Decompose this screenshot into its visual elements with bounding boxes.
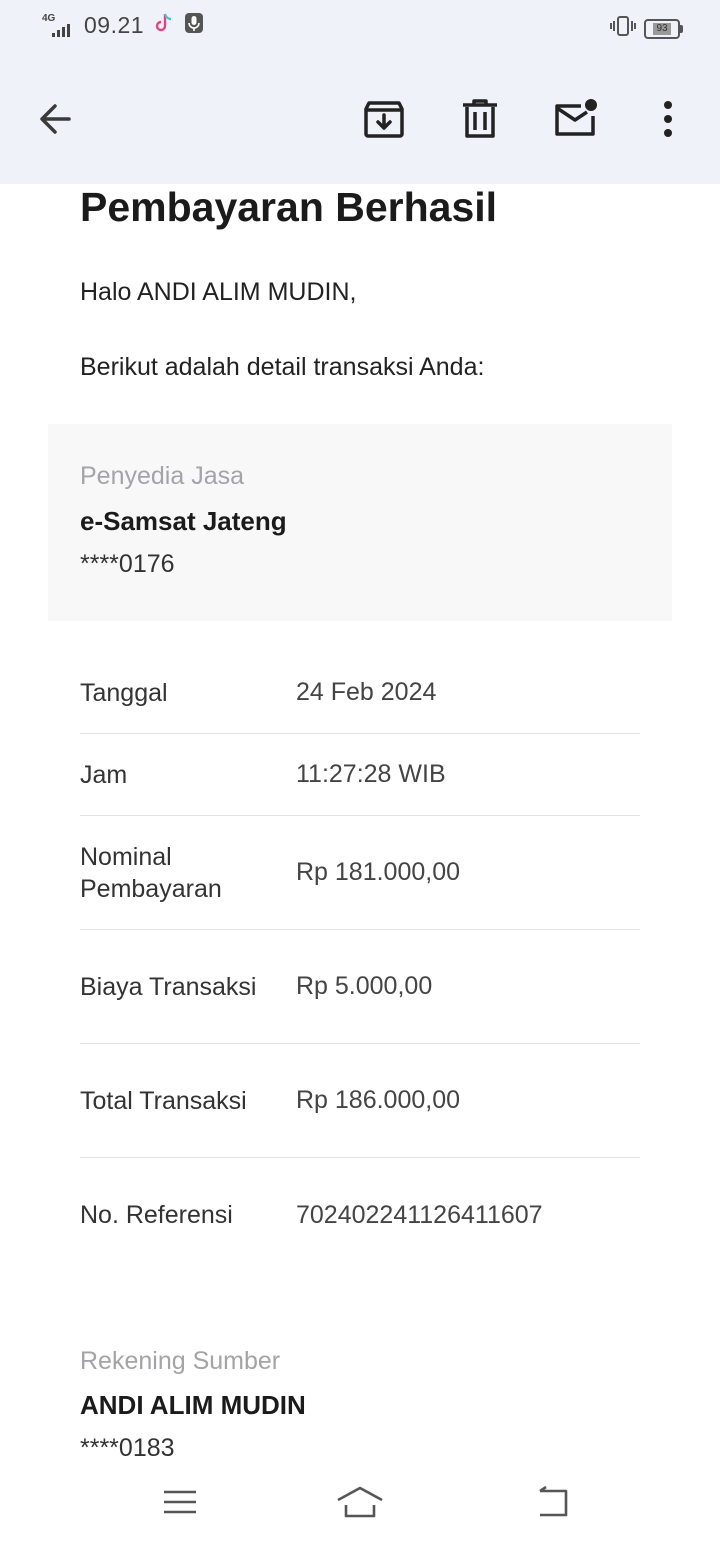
email-toolbar: [0, 58, 720, 184]
detail-key: Nominal Pembayaran: [80, 842, 222, 903]
detail-row-nominal: Nominal Pembayaran Rp 181.000,00: [80, 816, 640, 930]
detail-row-date: Tanggal 24 Feb 2024: [80, 652, 640, 734]
detail-value: Rp 181.000,00: [296, 858, 461, 886]
source-label: Rekening Sumber: [80, 1347, 281, 1375]
detail-row-total: Total Transaksi Rp 186.000,00: [80, 1044, 640, 1158]
detail-row-time: Jam 11:27:28 WIB: [80, 734, 640, 816]
more-vert-icon: [664, 101, 672, 137]
mark-unread-button[interactable]: [548, 91, 604, 147]
vibrate-icon: [610, 16, 636, 41]
email-title: Pembayaran Berhasil: [80, 184, 498, 230]
home-icon: [337, 1486, 383, 1518]
transaction-details-table: Tanggal 24 Feb 2024 Jam 11:27:28 WIB Nom…: [80, 652, 640, 1272]
delete-button[interactable]: [452, 91, 508, 147]
nav-home-button[interactable]: [332, 1474, 388, 1530]
detail-row-fee: Biaya Transaksi Rp 5.000,00: [80, 930, 640, 1044]
detail-value: 24 Feb 2024: [296, 678, 437, 706]
detail-value: Rp 5.000,00: [296, 972, 433, 1000]
archive-icon: [364, 101, 404, 138]
arrow-left-icon: [40, 104, 71, 134]
back-button[interactable]: [27, 91, 83, 147]
nav-back-button[interactable]: [522, 1474, 578, 1530]
provider-name: e-Samsat Jateng: [80, 506, 287, 536]
detail-key: Jam: [80, 760, 128, 789]
status-time: 09.21: [84, 12, 145, 38]
detail-row-reference: No. Referensi 702402241126411607: [80, 1158, 640, 1272]
intro-text: Berikut adalah detail transaksi Anda:: [80, 353, 485, 381]
system-nav-bar: [0, 1470, 720, 1544]
detail-value: 11:27:28 WIB: [296, 760, 446, 788]
trash-icon: [463, 99, 497, 138]
more-options-button[interactable]: [640, 91, 696, 147]
detail-key: No. Referensi: [80, 1201, 233, 1229]
nav-menu-button[interactable]: [152, 1474, 208, 1530]
greeting-text: Halo ANDI ALIM MUDIN,: [80, 278, 357, 306]
detail-key: Total Transaksi: [80, 1086, 247, 1115]
provider-card: Penyedia Jasa e-Samsat Jateng ****0176: [48, 424, 672, 621]
menu-icon: [164, 1490, 196, 1514]
detail-value: 702402241126411607: [296, 1200, 543, 1229]
source-account: ****0183: [80, 1434, 175, 1462]
mic-icon: [184, 12, 204, 39]
battery-level: 93: [653, 22, 671, 35]
tiktok-icon: [154, 12, 174, 39]
source-name: ANDI ALIM MUDIN: [80, 1390, 306, 1420]
battery-icon: 93: [644, 18, 683, 39]
archive-button[interactable]: [356, 91, 412, 147]
signal-icon: 4G: [42, 13, 74, 39]
status-bar: 4G 09.21 93: [0, 0, 720, 58]
mail-unread-icon: [555, 99, 597, 136]
detail-key: Biaya Transaksi: [80, 972, 257, 1001]
network-type: 4G: [42, 12, 56, 24]
back-nav-icon: [539, 1485, 568, 1517]
provider-account: ****0176: [80, 550, 175, 578]
detail-key: Tanggal: [80, 678, 168, 707]
detail-value: Rp 186.000,00: [296, 1086, 461, 1114]
provider-label: Penyedia Jasa: [80, 462, 245, 490]
